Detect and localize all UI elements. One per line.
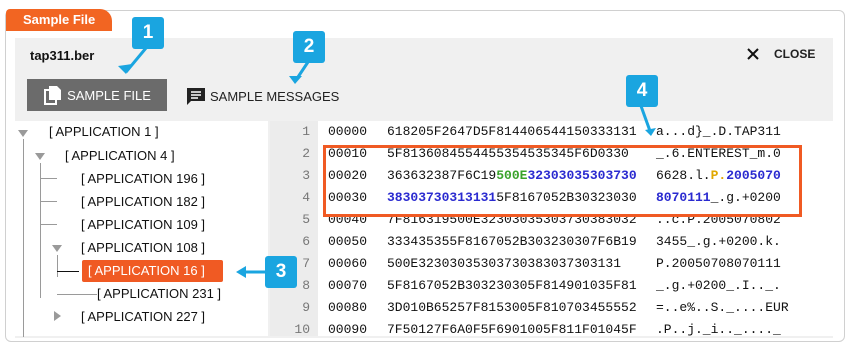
- arrow-head-icon: [236, 266, 246, 278]
- callout-badge: 4: [626, 75, 658, 107]
- arrow-head-icon: [289, 76, 302, 84]
- callout-arrows: [118, 47, 656, 278]
- callout-badge: 3: [265, 256, 297, 288]
- arrow-head-icon: [645, 128, 656, 136]
- callout-badge: 1: [132, 17, 164, 49]
- callout-badge: 2: [293, 31, 325, 63]
- callout-arrow: [639, 105, 652, 132]
